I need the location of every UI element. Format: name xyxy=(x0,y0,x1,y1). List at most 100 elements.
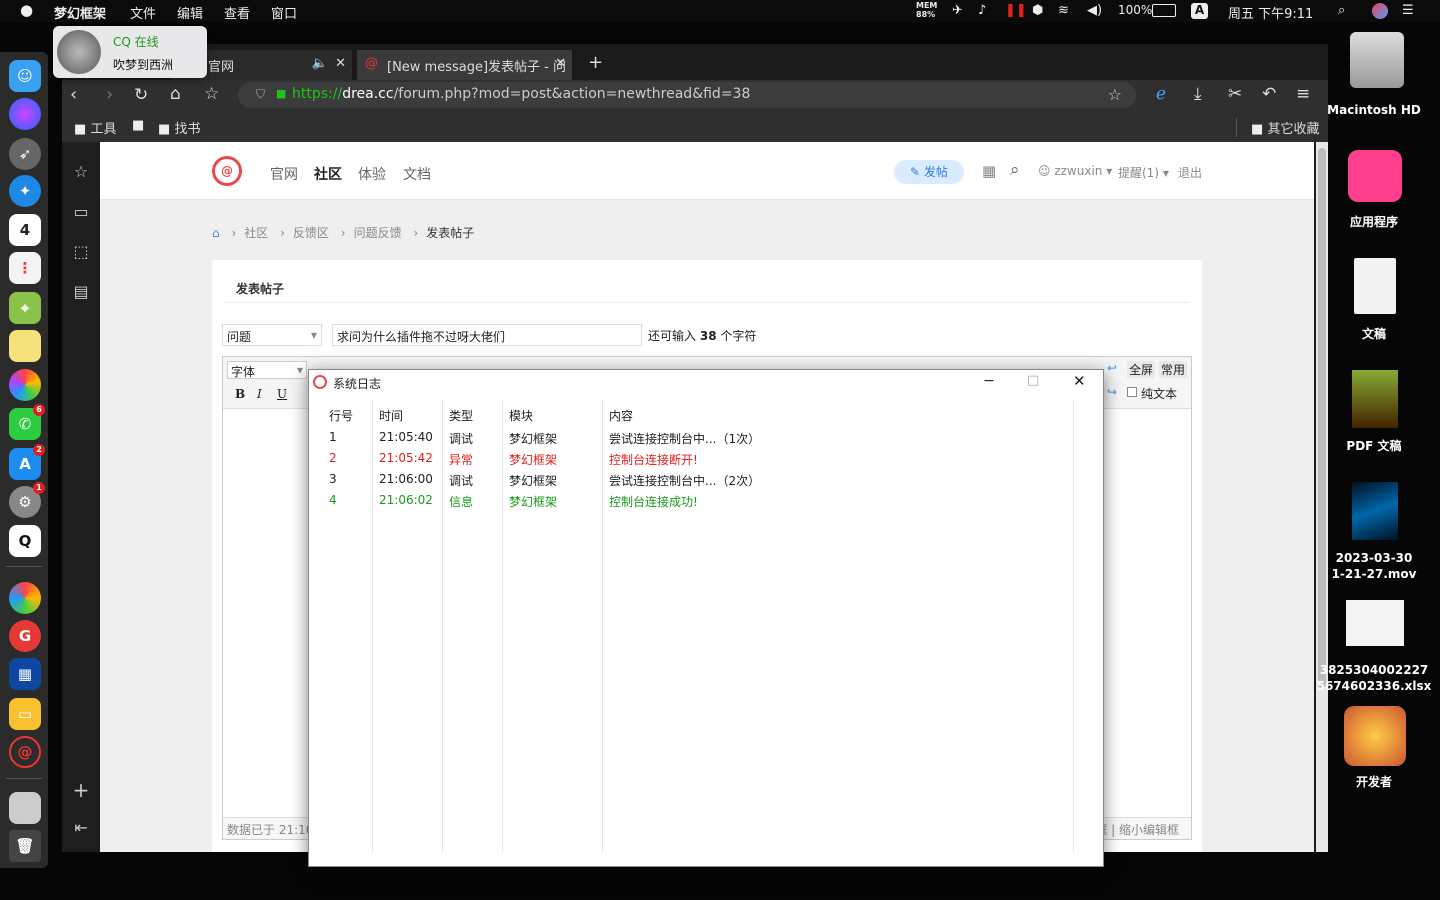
siri-icon[interactable] xyxy=(1372,3,1388,19)
crumb-feedback[interactable]: 反馈区 xyxy=(293,226,329,240)
windows-app-icon[interactable]: ▦ xyxy=(9,658,41,690)
qq-notification[interactable]: CQ 在线 吹梦到西洲 xyxy=(53,26,207,78)
dialog-titlebar[interactable]: 系统日志 − □ ✕ xyxy=(309,370,1103,396)
desktop-label-pdf[interactable]: PDF 文稿 xyxy=(1314,438,1434,454)
scissors-icon[interactable]: ✂ xyxy=(1228,84,1242,104)
bookmark-folder-empty[interactable]: ■ xyxy=(132,118,144,133)
add-panel-icon[interactable]: + xyxy=(70,778,92,802)
table-row[interactable]: 2 21:05:42 异常 梦幻框架 控制台连接断开! xyxy=(309,448,1089,469)
appstore-icon[interactable]: A2 xyxy=(9,444,45,480)
grid-icon[interactable]: ▦ xyxy=(982,162,996,180)
fullscreen-button[interactable]: 全屏 xyxy=(1127,361,1156,378)
menu-file[interactable]: 文件 xyxy=(130,3,156,22)
wechat-icon[interactable]: ✆ 6 xyxy=(9,404,45,440)
search-icon[interactable]: ⌕ xyxy=(1010,160,1020,180)
home-icon[interactable]: ⌂ xyxy=(170,84,181,104)
reminders-icon[interactable]: ⋮ xyxy=(9,252,41,284)
bookmark-tools[interactable]: ■ 工具 xyxy=(74,118,116,137)
address-bar[interactable]: ⛉ ■ https://drea.cc/forum.php?mod=post&a… xyxy=(238,82,1136,108)
menu-window[interactable]: 窗口 xyxy=(271,3,297,22)
download-icon[interactable]: ⤓ xyxy=(1194,84,1202,104)
table-row[interactable]: 4 21:06:02 信息 梦幻框架 控制台连接成功! xyxy=(309,490,1089,511)
tab-new-post[interactable]: @ [New message]发表帖子 - 问 ✕ xyxy=(357,50,572,80)
category-select[interactable]: 问题 ▾ xyxy=(222,324,322,346)
bold-button[interactable]: B xyxy=(235,387,245,401)
pause-icon[interactable]: ❚❚ xyxy=(1005,3,1027,18)
preview-icon[interactable] xyxy=(9,792,41,824)
table-row[interactable]: 1 21:05:40 调试 梦幻框架 尝试连接控制台中...（1次） xyxy=(309,427,1089,448)
reload-icon[interactable]: ↻ xyxy=(134,85,148,105)
siri-dock-icon[interactable] xyxy=(9,98,41,130)
desktop-label-macintosh[interactable]: Macintosh HD xyxy=(1314,102,1434,118)
other-bookmarks[interactable]: ■ 其它收藏 xyxy=(1236,118,1319,137)
qq-icon[interactable]: Q xyxy=(9,525,41,557)
input-method[interactable]: A xyxy=(1191,3,1208,19)
forward-icon[interactable]: › xyxy=(106,84,113,105)
undo-icon[interactable]: ↶ xyxy=(1262,84,1276,104)
framework-icon[interactable]: @ xyxy=(9,736,41,768)
doc-icon[interactable] xyxy=(1354,258,1396,314)
header-time[interactable]: 时间 xyxy=(379,407,403,424)
bookmark-books[interactable]: ■ 找书 xyxy=(158,118,200,137)
undo-icon[interactable]: ↩ xyxy=(1107,361,1117,375)
menu-view[interactable]: 查看 xyxy=(224,3,250,22)
table-row[interactable]: 3 21:06:00 调试 梦幻框架 尝试连接控制台中...（2次） xyxy=(309,469,1089,490)
spotlight-icon[interactable]: ⌕ xyxy=(1338,3,1345,18)
video-icon[interactable] xyxy=(1352,482,1398,540)
wifi-icon[interactable]: ≋ xyxy=(1058,3,1069,18)
crumb-community[interactable]: 社区 xyxy=(244,226,268,240)
menu-edit[interactable]: 编辑 xyxy=(177,3,203,22)
screenshot-icon[interactable]: ⬚ xyxy=(70,242,92,264)
system-preferences-icon[interactable]: ⚙ 1 xyxy=(9,482,45,518)
trash-icon[interactable]: 🗑 xyxy=(9,830,41,862)
launchpad-icon[interactable]: ➶ xyxy=(9,138,41,170)
bilibili-icon[interactable] xyxy=(1348,150,1402,202)
plane-icon[interactable]: ✈ xyxy=(952,3,963,18)
header-row-no[interactable]: 行号 xyxy=(329,407,353,424)
apple-icon[interactable]: ● xyxy=(20,1,33,19)
tab-close-icon-2[interactable]: ✕ xyxy=(555,56,566,71)
control-center-icon[interactable]: ☰ xyxy=(1402,3,1414,18)
header-type[interactable]: 类型 xyxy=(449,407,473,424)
battery-percent[interactable]: 100% xyxy=(1118,3,1152,17)
desktop-label-apps[interactable]: 应用程序 xyxy=(1314,214,1434,230)
common-button[interactable]: 常用 xyxy=(1159,361,1188,378)
bookmark-star-icon[interactable]: ☆ xyxy=(204,84,219,104)
photos-icon[interactable] xyxy=(9,369,41,401)
mem-indicator[interactable]: MEM 88% xyxy=(916,1,937,19)
shrink-editor-link[interactable]: 框 | 缩小编辑框 xyxy=(1095,821,1179,838)
calendar-icon[interactable]: 4 xyxy=(9,214,41,246)
nav-docs[interactable]: 文档 xyxy=(403,164,431,184)
extension-icon[interactable]: ℯ xyxy=(1156,84,1166,104)
italic-button[interactable]: I xyxy=(257,387,262,401)
desktop-label-mov[interactable]: 2023-03-30 1-21-27.mov xyxy=(1314,550,1434,582)
font-select[interactable]: 字体 ▾ xyxy=(227,361,307,379)
developer-icon[interactable] xyxy=(1344,706,1406,766)
safari-icon[interactable]: ✦ xyxy=(9,175,41,207)
remind-menu[interactable]: 提醒(1) ▾ xyxy=(1118,164,1169,181)
crumb-issues[interactable]: 问题反馈 xyxy=(354,226,402,240)
notes-icon[interactable] xyxy=(9,330,41,362)
reading-icon[interactable]: ▭ xyxy=(70,202,92,224)
new-tab-icon[interactable]: + xyxy=(588,52,603,73)
redo-icon[interactable]: ↪ xyxy=(1107,385,1117,399)
xlsx-icon[interactable] xyxy=(1346,600,1404,646)
star-icon[interactable]: ☆ xyxy=(1108,85,1122,104)
logout-link[interactable]: 退出 xyxy=(1178,164,1202,181)
hard-drive-icon[interactable] xyxy=(1350,32,1404,88)
collapse-icon[interactable]: ⇤ xyxy=(70,818,92,840)
home-crumb-icon[interactable]: ⌂ xyxy=(212,226,220,240)
notes-icon[interactable]: ▤ xyxy=(70,282,92,304)
browser-icon[interactable] xyxy=(9,582,41,614)
post-button[interactable]: ✎ 发帖 xyxy=(894,160,964,184)
menu-app-name[interactable]: 梦幻框架 xyxy=(54,3,106,22)
maps-icon[interactable]: ⌖ xyxy=(9,292,41,324)
folder-app-icon[interactable]: ▭ xyxy=(9,698,41,730)
tab-close-icon[interactable]: ✕ xyxy=(335,56,346,71)
nav-community[interactable]: 社区 xyxy=(314,164,342,184)
plain-text-checkbox[interactable] xyxy=(1127,387,1137,397)
favorites-icon[interactable]: ☆ xyxy=(70,162,92,184)
mute-icon[interactable]: 🔈 xyxy=(312,56,328,71)
app-red-icon[interactable]: G xyxy=(9,620,41,652)
nav-experience[interactable]: 体验 xyxy=(358,164,386,184)
